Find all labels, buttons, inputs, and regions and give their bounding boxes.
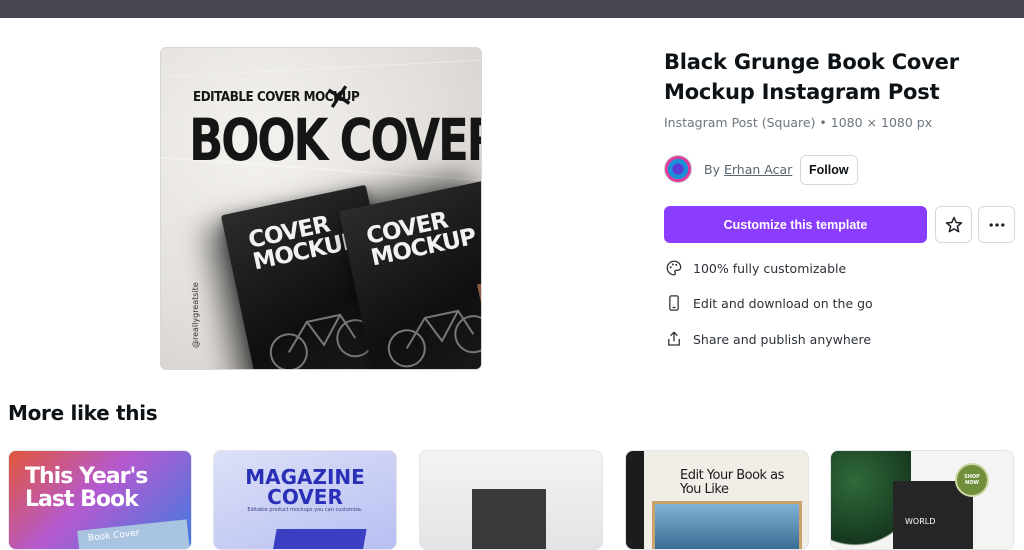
palette-icon (664, 258, 684, 278)
feature-label: 100% fully customizable (693, 260, 847, 276)
more-options-button[interactable] (978, 206, 1015, 243)
template-title: Black Grunge Book Cover Mockup Instagram… (664, 50, 959, 104)
template-info-panel: Black Grunge Book Cover Mockup Instagram… (664, 0, 1024, 380)
more-like-this-heading: More like this (8, 401, 158, 425)
card-subtitle: Book Cover (87, 528, 140, 544)
author-byline: By Erhan Acar (704, 162, 792, 177)
by-prefix: By (704, 162, 720, 177)
paper-crease (161, 59, 481, 78)
feature-label: Share and publish anywhere (693, 331, 872, 347)
more-icon (989, 222, 1004, 227)
related-template-card[interactable]: MAGAZINE COVER Editable product mockups … (213, 450, 397, 550)
related-template-card[interactable]: Edit Your Book as You Like (625, 450, 809, 550)
card-title: This Year's Last Book (25, 464, 148, 512)
feature-label: Edit and download on the go (693, 295, 873, 311)
book-title-right: COVER MOCKUP (364, 207, 479, 272)
share-icon (664, 329, 684, 349)
card-title: WORLD (905, 517, 936, 526)
template-preview-image[interactable]: EDITABLE COVER MOCKUP ✕ BOOK COVER COVER… (160, 47, 482, 370)
shop-now-badge: SHOP NOW (955, 463, 989, 497)
related-template-card[interactable] (419, 450, 603, 550)
follow-button[interactable]: Follow (800, 155, 858, 185)
card-title: Edit Your Book as You Like (680, 468, 784, 497)
related-template-card[interactable]: WORLD SHOP NOW (830, 450, 1014, 550)
card-magazine-image (271, 529, 367, 549)
preview-handle-text: @reallygreatsite (191, 282, 200, 348)
card-book-image (472, 489, 546, 549)
phone-icon (664, 293, 684, 313)
customize-template-button[interactable]: Customize this template (664, 206, 927, 243)
author-link[interactable]: Erhan Acar (724, 162, 792, 177)
preview-headline: BOOK COVER (189, 106, 482, 174)
related-template-card[interactable]: This Year's Last Book Book Cover (8, 450, 192, 550)
card-landscape-image (652, 501, 802, 549)
card-book-spine (626, 451, 644, 549)
feature-mobile: Edit and download on the go (664, 291, 873, 315)
feature-customizable: 100% fully customizable (664, 256, 846, 280)
template-meta: Instagram Post (Square) • 1080 × 1080 px (664, 115, 933, 130)
card-book-image: Book Cover (77, 519, 191, 549)
feature-share: Share and publish anywhere (664, 327, 871, 351)
card-title: MAGAZINE COVER (245, 465, 365, 509)
bicycle-image (387, 283, 481, 368)
favorite-button[interactable] (935, 206, 972, 243)
author-avatar[interactable] (664, 155, 692, 183)
card-subtitle: Editable product mockups you can customi… (247, 507, 363, 513)
star-icon (945, 216, 962, 232)
